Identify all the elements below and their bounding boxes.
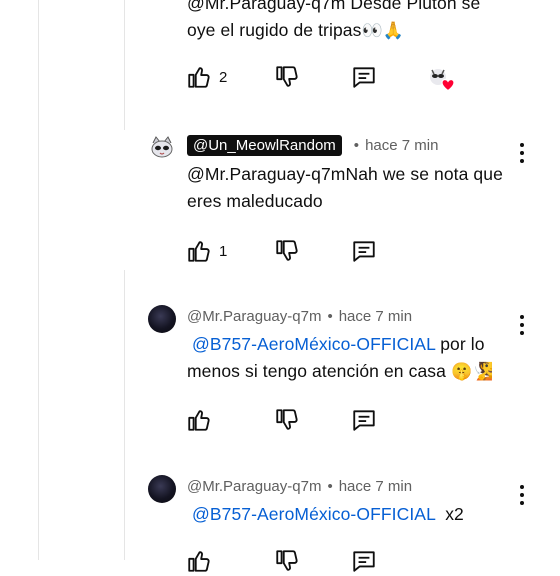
reply-icon	[353, 410, 375, 431]
mention-link[interactable]: @B757-AeroMéxico-OFFICIAL	[192, 504, 435, 524]
cat-avatar-icon	[151, 136, 173, 158]
reply-icon	[353, 551, 375, 572]
thumbs-down-icon	[276, 409, 298, 430]
dislike-button[interactable]	[274, 64, 300, 90]
reply-button[interactable]	[351, 64, 377, 90]
reply-icon	[353, 67, 375, 88]
thumbs-up-icon	[188, 67, 210, 88]
comment-text-line: oye el rugido de tripas	[187, 20, 362, 40]
more-vert-icon	[520, 315, 524, 319]
creator-heart-badge[interactable]	[426, 66, 458, 94]
comment-header: @Mr.Paraguay-q7m • hace 7 min	[187, 478, 412, 495]
more-vert-icon	[520, 485, 524, 489]
reply-button[interactable]	[351, 548, 377, 574]
like-count: 1	[219, 242, 228, 260]
comment-text: @Mr.Paraguay-q7mNah we se nota que eres …	[187, 164, 503, 211]
avatar[interactable]	[148, 475, 176, 503]
comment-text: @B757-AeroMéxico-OFFICIAL x2	[187, 501, 527, 528]
avatar[interactable]	[148, 305, 176, 333]
thumbs-up-icon	[188, 241, 210, 262]
author-handle[interactable]: @Mr.Paraguay-q7m	[187, 478, 321, 495]
thumbs-down-icon	[276, 550, 298, 571]
creator-heart-icon	[430, 69, 455, 93]
thumbs-down-icon	[276, 66, 298, 87]
thread-branch-line	[124, 0, 125, 130]
dislike-button[interactable]	[274, 407, 300, 433]
comment-text: @B757-AeroMéxico-OFFICIAL por lo menos s…	[187, 331, 527, 385]
like-button[interactable]	[186, 548, 212, 574]
more-vert-icon	[520, 143, 524, 147]
more-vert-icon-dot	[520, 151, 524, 155]
separator-dot: •	[327, 478, 333, 495]
comment-header: @Un_MeowlRandom • hace 7 min	[187, 135, 438, 156]
reply-icon	[353, 241, 375, 262]
comment-emoji: 👀🙏	[361, 21, 405, 40]
comment-text-line: @Mr.Paraguay-q7m Desde Plutón se	[187, 0, 481, 13]
reply-button[interactable]	[351, 238, 377, 264]
comment-header: @Mr.Paraguay-q7m • hace 7 min	[187, 308, 412, 325]
dislike-button[interactable]	[274, 238, 300, 264]
thread-branch-line	[124, 270, 125, 560]
more-vert-icon-dot	[520, 323, 524, 327]
comment-timestamp[interactable]: hace 7 min	[365, 137, 438, 154]
comment-text: @Mr.Paraguay-q7m Desde Plutón se oye el …	[187, 0, 527, 44]
author-handle-chip[interactable]: @Un_MeowlRandom	[187, 135, 342, 156]
thumbs-up-icon	[188, 551, 210, 572]
more-vert-icon-dot	[520, 493, 524, 497]
like-button[interactable]	[186, 407, 212, 433]
author-handle[interactable]: @Mr.Paraguay-q7m	[187, 308, 321, 325]
thumbs-down-icon	[276, 240, 298, 261]
comment-text-body: x2	[435, 504, 464, 524]
avatar[interactable]	[148, 134, 176, 162]
mention-link[interactable]: @B757-AeroMéxico-OFFICIAL	[192, 334, 435, 354]
like-count: 2	[219, 68, 228, 86]
thumbs-up-icon	[188, 410, 210, 431]
like-button[interactable]: 1	[186, 238, 227, 264]
comment-timestamp[interactable]: hace 7 min	[339, 478, 412, 495]
comment-timestamp[interactable]: hace 7 min	[339, 308, 412, 325]
thread-line	[38, 0, 39, 560]
comment-emoji: 🤫🧏	[450, 362, 494, 381]
separator-dot: •	[327, 308, 333, 325]
dislike-button[interactable]	[274, 548, 300, 574]
separator-dot: •	[353, 137, 360, 154]
like-button[interactable]: 2	[186, 64, 227, 90]
reply-button[interactable]	[351, 407, 377, 433]
